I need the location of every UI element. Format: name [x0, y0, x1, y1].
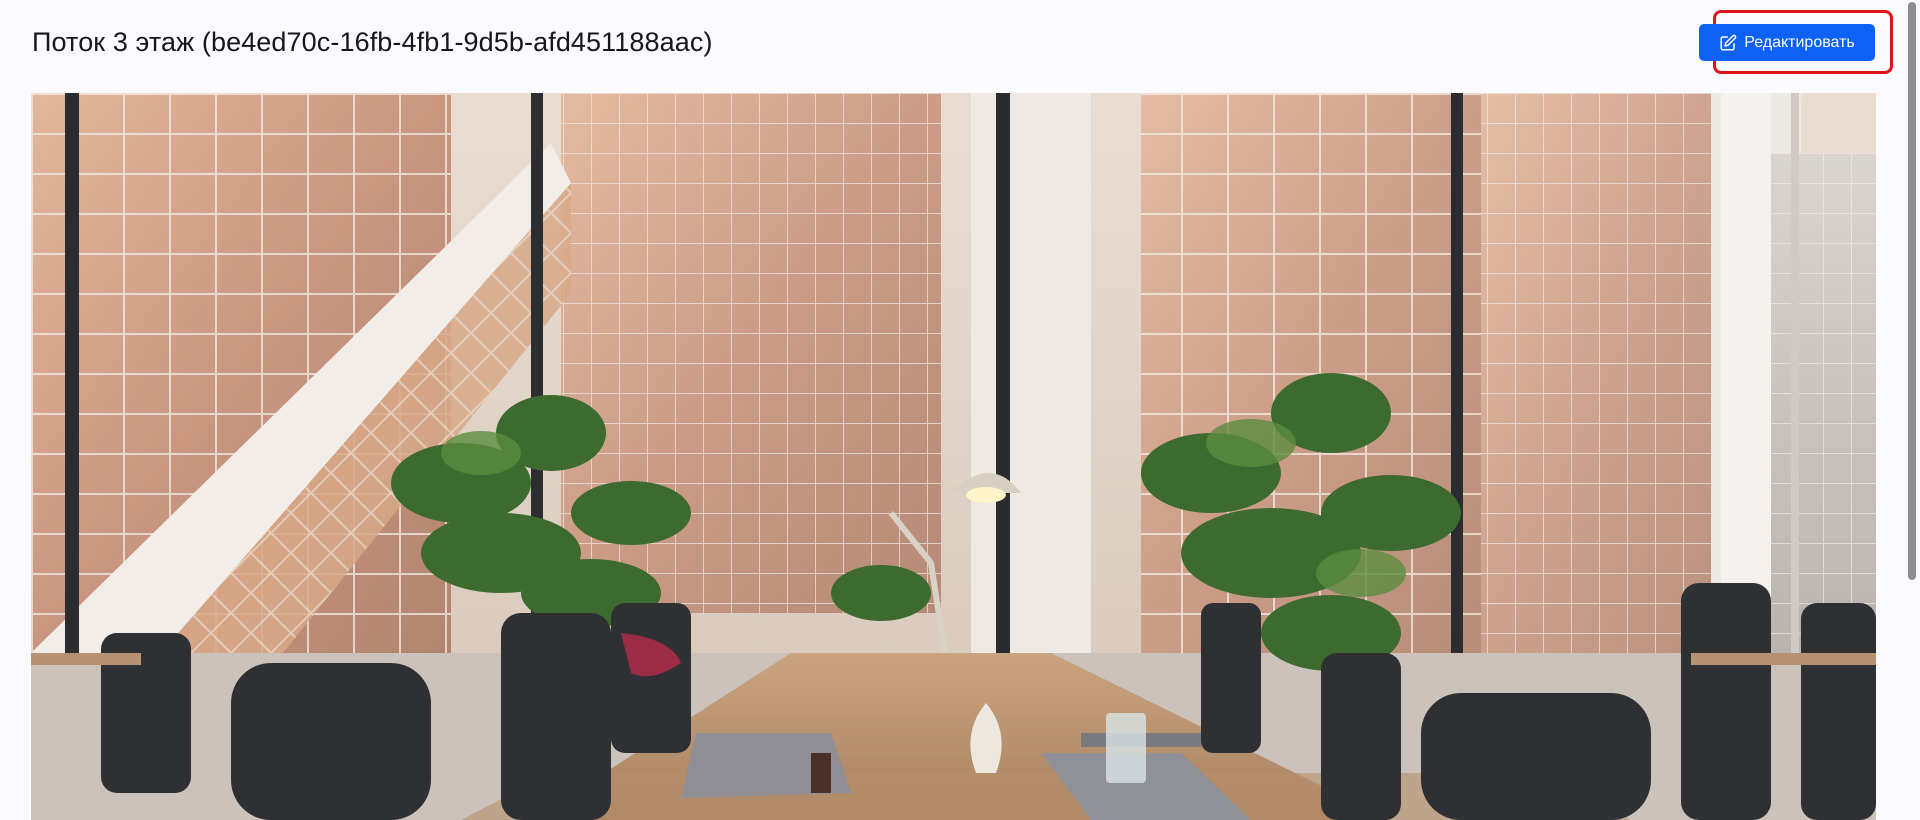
space-photo — [31, 93, 1876, 820]
vertical-scrollbar[interactable] — [1903, 0, 1920, 820]
scrollbar-thumb[interactable] — [1908, 2, 1916, 580]
edit-button-label: Редактировать — [1744, 33, 1855, 51]
edit-button[interactable]: Редактировать — [1699, 24, 1875, 61]
page: Поток 3 этаж (be4ed70c-16fb-4fb1-9d5b-af… — [0, 0, 1920, 820]
page-title: Поток 3 этаж (be4ed70c-16fb-4fb1-9d5b-af… — [32, 27, 713, 57]
edit-icon — [1719, 34, 1737, 52]
